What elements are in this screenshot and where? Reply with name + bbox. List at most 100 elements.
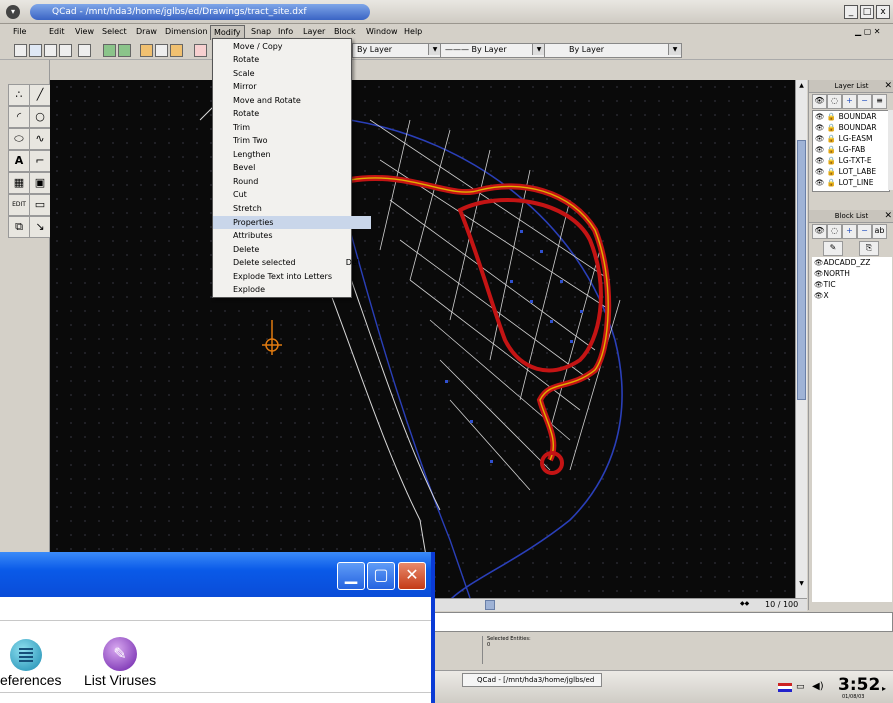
- network-icon[interactable]: ▭: [796, 682, 805, 692]
- list-viruses-label[interactable]: List Viruses: [84, 672, 156, 688]
- menu-help[interactable]: Help: [401, 25, 425, 39]
- mdi-window-controls[interactable]: ▁ ▢ ✕: [852, 25, 884, 39]
- menu-item-bevel[interactable]: Bevel: [213, 161, 371, 174]
- vertical-scrollbar[interactable]: ▲ ▼: [795, 80, 807, 600]
- menu-layer[interactable]: Layer: [300, 25, 328, 39]
- menu-item-delete[interactable]: Delete: [213, 243, 371, 256]
- paste-icon[interactable]: [170, 44, 183, 57]
- layer-row[interactable]: 👁 🔒 LG-EASM: [813, 133, 889, 144]
- command-line-input[interactable]: [430, 612, 893, 632]
- edit-block-icon[interactable]: ✎: [823, 241, 843, 256]
- show-all-blocks-icon[interactable]: 👁: [812, 224, 827, 239]
- copy-icon[interactable]: [155, 44, 168, 57]
- text-tool-icon[interactable]: A: [8, 150, 30, 172]
- layer-list-scrollbar[interactable]: [888, 110, 893, 190]
- flag-icon[interactable]: [778, 683, 792, 692]
- menu-item-mirror[interactable]: Mirror: [213, 80, 371, 93]
- print-icon[interactable]: [78, 44, 91, 57]
- block-row[interactable]: 👁ADCADD_ZZ: [812, 257, 892, 268]
- arc-tool-icon[interactable]: ◜: [8, 106, 30, 128]
- menu-view[interactable]: View: [72, 25, 97, 39]
- layer-row[interactable]: 👁 🔒 LOT_LABE: [813, 166, 889, 177]
- save-icon[interactable]: [44, 44, 57, 57]
- close-button[interactable]: x: [876, 5, 890, 19]
- layer-row[interactable]: 👁 🔒 LG-FAB: [813, 144, 889, 155]
- minimize-button[interactable]: _: [844, 5, 858, 19]
- vertical-scroll-thumb[interactable]: [797, 140, 806, 400]
- menu-item-rotate[interactable]: Rotate: [213, 53, 371, 66]
- overlay-maximize-button[interactable]: ▢: [367, 562, 395, 590]
- menu-file[interactable]: File: [10, 25, 29, 39]
- remove-block-icon[interactable]: −: [857, 224, 872, 239]
- dimension-tool-icon[interactable]: ⌐: [29, 150, 51, 172]
- scroll-up-icon[interactable]: ▲: [797, 82, 806, 91]
- horizontal-scroll-thumb[interactable]: [485, 600, 495, 610]
- menu-item-trim[interactable]: Trim: [213, 121, 371, 134]
- block-row[interactable]: 👁X: [812, 290, 892, 301]
- show-all-layers-icon[interactable]: 👁: [812, 94, 827, 109]
- menu-item-scale[interactable]: Scale: [213, 67, 371, 80]
- menu-item-cut[interactable]: Cut: [213, 188, 371, 201]
- preferences-label[interactable]: eferences: [0, 672, 61, 688]
- close-icon[interactable]: ✕: [884, 210, 892, 222]
- points-tool-icon[interactable]: ∴: [8, 84, 30, 106]
- hide-all-blocks-icon[interactable]: ◌: [827, 224, 842, 239]
- layer-row[interactable]: 👁 🔒 LG-TXT-E: [813, 155, 889, 166]
- block-list[interactable]: 👁ADCADD_ZZ 👁NORTH 👁TIC 👁X: [812, 257, 892, 602]
- hatch-tool-icon[interactable]: ▦: [8, 172, 30, 194]
- add-layer-icon[interactable]: +: [842, 94, 857, 109]
- menu-info[interactable]: Info: [275, 25, 296, 39]
- circle-tool-icon[interactable]: ○: [29, 106, 51, 128]
- remove-layer-icon[interactable]: −: [857, 94, 872, 109]
- menu-window[interactable]: Window: [363, 25, 401, 39]
- menu-item-round[interactable]: Round: [213, 175, 371, 188]
- rename-block-icon[interactable]: ab: [872, 224, 887, 239]
- spline-tool-icon[interactable]: ∿: [29, 128, 51, 150]
- block-row[interactable]: 👁TIC: [812, 279, 892, 290]
- print-preview-icon[interactable]: [59, 44, 72, 57]
- drawing-canvas[interactable]: [50, 80, 795, 601]
- menu-item-lengthen[interactable]: Lengthen: [213, 148, 371, 161]
- layer-row[interactable]: 👁 🔒 BOUNDAR: [813, 111, 889, 122]
- select-tool-icon[interactable]: ⧉: [8, 216, 30, 238]
- edit-tool-icon[interactable]: EDIT: [8, 194, 30, 216]
- block-row[interactable]: 👁NORTH: [812, 268, 892, 279]
- layer-row[interactable]: 👁 🔒 BOUNDAR: [813, 122, 889, 133]
- list-viruses-icon[interactable]: ✎: [103, 637, 137, 671]
- menu-item-stretch[interactable]: Stretch: [213, 202, 371, 215]
- insert-block-icon[interactable]: ⎘: [859, 241, 879, 256]
- line-tool-icon[interactable]: ╱: [29, 84, 51, 106]
- layer-list[interactable]: 👁 🔒 BOUNDAR 👁 🔒 BOUNDAR 👁 🔒 LG-EASM 👁 🔒 …: [812, 110, 890, 192]
- menu-item-move-and-rotate[interactable]: Move and Rotate: [213, 94, 371, 107]
- cut-icon[interactable]: [140, 44, 153, 57]
- maximize-button[interactable]: □: [860, 5, 874, 19]
- redo-icon[interactable]: [118, 44, 131, 57]
- block-tool-icon[interactable]: ▭: [29, 194, 51, 216]
- menu-block[interactable]: Block: [331, 25, 359, 39]
- close-icon[interactable]: ✕: [884, 80, 892, 92]
- speaker-icon[interactable]: ◀): [812, 681, 824, 692]
- linetype-combo[interactable]: ——— By Layer ▼: [440, 43, 546, 58]
- open-file-icon[interactable]: [29, 44, 42, 57]
- menu-snap[interactable]: Snap: [248, 25, 274, 39]
- page-nav-icon[interactable]: ◆◆: [740, 600, 760, 610]
- menu-edit[interactable]: Edit: [46, 25, 68, 39]
- taskbar-qcad-entry[interactable]: QCad - [/mnt/hda3/home/jglbs/ed: [462, 673, 602, 687]
- menu-item-properties[interactable]: Properties: [213, 216, 371, 229]
- add-block-icon[interactable]: +: [842, 224, 857, 239]
- layer-row[interactable]: 👁 🔒 LOT_LINE: [813, 177, 889, 188]
- menu-select[interactable]: Select: [99, 25, 130, 39]
- menu-item-move-copy[interactable]: Move / Copy: [213, 40, 371, 53]
- lineweight-combo[interactable]: By Layer ▼: [544, 43, 682, 58]
- menu-item-explode-text[interactable]: Explode Text into Letters: [213, 270, 371, 283]
- undo-icon[interactable]: [103, 44, 116, 57]
- scroll-down-icon[interactable]: ▼: [797, 580, 806, 589]
- menu-item-trim-two[interactable]: Trim Two: [213, 134, 371, 147]
- ellipse-tool-icon[interactable]: ⬭: [8, 128, 30, 150]
- tray-arrow-icon[interactable]: ▸: [882, 684, 886, 693]
- overlay-close-button[interactable]: ✕: [398, 562, 426, 590]
- menu-item-attributes[interactable]: Attributes: [213, 229, 371, 242]
- menu-item-delete-selected[interactable]: Delete selected Del: [213, 256, 371, 269]
- info-tool-icon[interactable]: ↘: [29, 216, 51, 238]
- window-menu-icon[interactable]: ▾: [6, 5, 20, 19]
